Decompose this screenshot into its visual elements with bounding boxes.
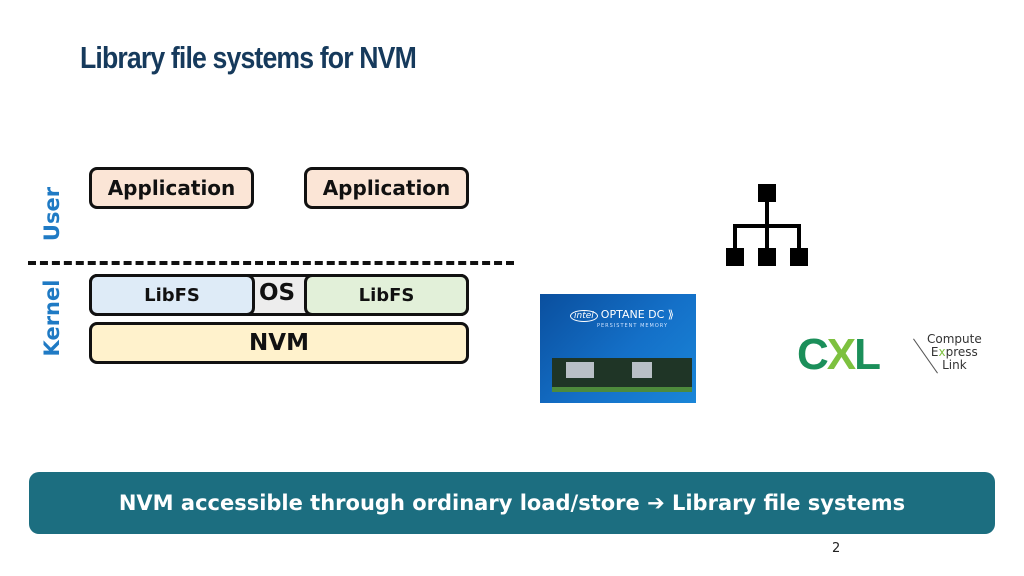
application-box-left: Application xyxy=(89,167,254,209)
optane-dc-image: intel OPTANE DC ⟫ PERSISTENT MEMORY xyxy=(540,294,696,403)
slide-title: Library file systems for NVM xyxy=(80,40,417,75)
user-kernel-divider xyxy=(28,261,514,265)
cxl-tagline: Compute Express Link xyxy=(927,332,982,372)
optane-subtitle: PERSISTENT MEMORY xyxy=(597,323,668,329)
summary-banner-text: NVM accessible through ordinary load/sto… xyxy=(118,491,906,515)
heat-spreader xyxy=(632,362,652,378)
libfs-box-right: LibFS xyxy=(304,274,469,316)
optane-wave-icon: ⟫ xyxy=(667,308,674,321)
optane-product: OPTANE DC xyxy=(600,308,665,321)
kernel-layer-label: Kernel xyxy=(40,279,64,357)
hierarchy-icon xyxy=(726,184,808,266)
optane-brand: intel OPTANE DC ⟫ xyxy=(570,308,674,322)
nvm-box: NVM xyxy=(89,322,469,364)
intel-logo: intel xyxy=(570,310,598,322)
memory-module xyxy=(552,358,692,392)
page-number: 2 xyxy=(832,541,841,556)
cxl-logo: CXL Compute Express Link xyxy=(797,333,997,377)
summary-banner: NVM accessible through ordinary load/sto… xyxy=(29,472,995,534)
cxl-wordmark: CXL xyxy=(797,330,881,379)
os-label: OS xyxy=(259,280,296,306)
heat-spreader xyxy=(566,362,594,378)
user-layer-label: User xyxy=(40,186,64,242)
application-box-right: Application xyxy=(304,167,469,209)
libfs-box-left: LibFS xyxy=(89,274,255,316)
